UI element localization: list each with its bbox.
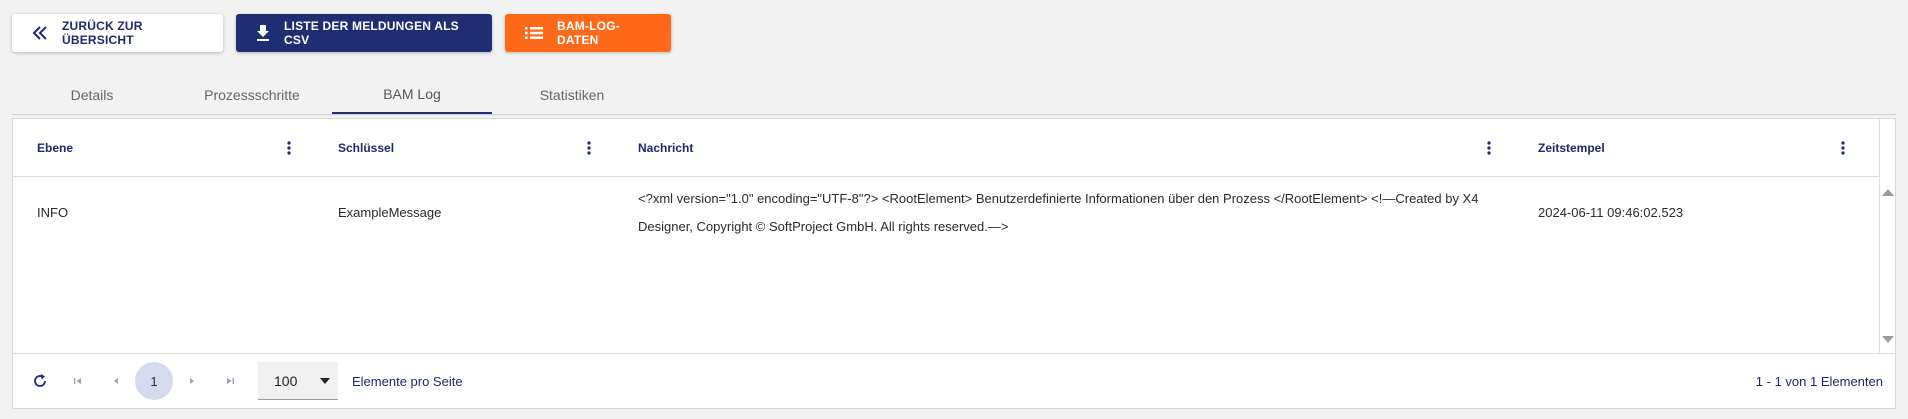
tab-statistiken[interactable]: Statistiken: [492, 76, 652, 113]
last-page-icon: [227, 378, 234, 384]
cell-zeitstempel: 2024-06-11 09:46:02.523: [1538, 205, 1684, 220]
next-page-button[interactable]: [173, 362, 211, 400]
previous-page-button[interactable]: [97, 362, 135, 400]
page-size-value: 100: [274, 372, 298, 389]
column-menu-icon[interactable]: [1835, 139, 1851, 157]
current-page-number: 1: [150, 373, 158, 389]
tab-prozessschritte[interactable]: Prozessschritte: [172, 76, 332, 113]
column-header-zeitstempel[interactable]: Zeitstempel: [1538, 119, 1605, 176]
back-to-overview-button[interactable]: ZURÜCK ZUR ÜBERSICHT: [12, 14, 223, 52]
column-header-ebene[interactable]: Ebene: [37, 119, 73, 176]
bam-log-table: Ebene Schlüssel Nachricht Zeitstempel IN…: [12, 118, 1896, 409]
tab-statistiken-label: Statistiken: [539, 86, 605, 103]
pagination-bar: 1 100 Elemente pro Seite 1 - 1 von 1 Ele…: [13, 353, 1895, 409]
first-page-button[interactable]: [59, 362, 97, 400]
back-button-label: ZURÜCK ZUR ÜBERSICHT: [62, 19, 143, 47]
tab-prozessschritte-label: Prozessschritte: [204, 86, 300, 103]
column-menu-icon[interactable]: [1481, 139, 1497, 157]
double-chevron-left-icon: [32, 26, 47, 40]
current-page-button[interactable]: 1: [135, 362, 173, 400]
tab-details[interactable]: Details: [12, 76, 172, 113]
page-size-select[interactable]: 100: [258, 362, 338, 400]
tab-bar: Details Prozessschritte BAM Log Statisti…: [12, 76, 1896, 115]
per-page-label: Elemente pro Seite: [352, 373, 463, 389]
caret-down-icon: [320, 378, 330, 384]
download-icon: [257, 25, 269, 41]
column-header-nachricht[interactable]: Nachricht: [638, 119, 693, 176]
chevron-right-icon: [190, 378, 194, 384]
column-menu-icon[interactable]: [581, 139, 597, 157]
column-menu-icon[interactable]: [281, 139, 297, 157]
last-page-button[interactable]: [211, 362, 249, 400]
bam-log-data-label: BAM-LOG-DATEN: [557, 19, 620, 47]
column-header-schluessel[interactable]: Schlüssel: [338, 119, 394, 176]
scroll-down-arrow-icon[interactable]: [1881, 333, 1895, 345]
export-csv-button[interactable]: LISTE DER MELDUNGEN ALS CSV: [236, 14, 492, 52]
tab-bam-log[interactable]: BAM Log: [332, 76, 492, 114]
list-icon: [525, 27, 543, 39]
tab-bam-log-label: BAM Log: [383, 86, 441, 102]
tab-details-label: Details: [70, 86, 114, 103]
first-page-icon: [74, 378, 81, 384]
chevron-left-icon: [114, 378, 118, 384]
bam-log-data-button[interactable]: BAM-LOG-DATEN: [505, 14, 671, 52]
export-csv-label: LISTE DER MELDUNGEN ALS CSV: [284, 19, 459, 47]
refresh-button[interactable]: [21, 362, 59, 400]
cell-schluessel: ExampleMessage: [338, 205, 442, 220]
cell-nachricht: <?xml version="1.0" encoding="UTF-8"?> <…: [638, 191, 1479, 234]
vertical-scrollbar[interactable]: [1879, 119, 1895, 353]
refresh-icon: [34, 374, 46, 387]
scroll-up-arrow-icon[interactable]: [1881, 185, 1895, 197]
action-toolbar: ZURÜCK ZUR ÜBERSICHT LISTE DER MELDUNGEN…: [12, 14, 671, 52]
pagination-range: 1 - 1 von 1 Elementen: [1755, 373, 1883, 389]
cell-ebene: INFO: [37, 205, 69, 220]
table-header: Ebene Schlüssel Nachricht Zeitstempel: [13, 119, 1879, 177]
